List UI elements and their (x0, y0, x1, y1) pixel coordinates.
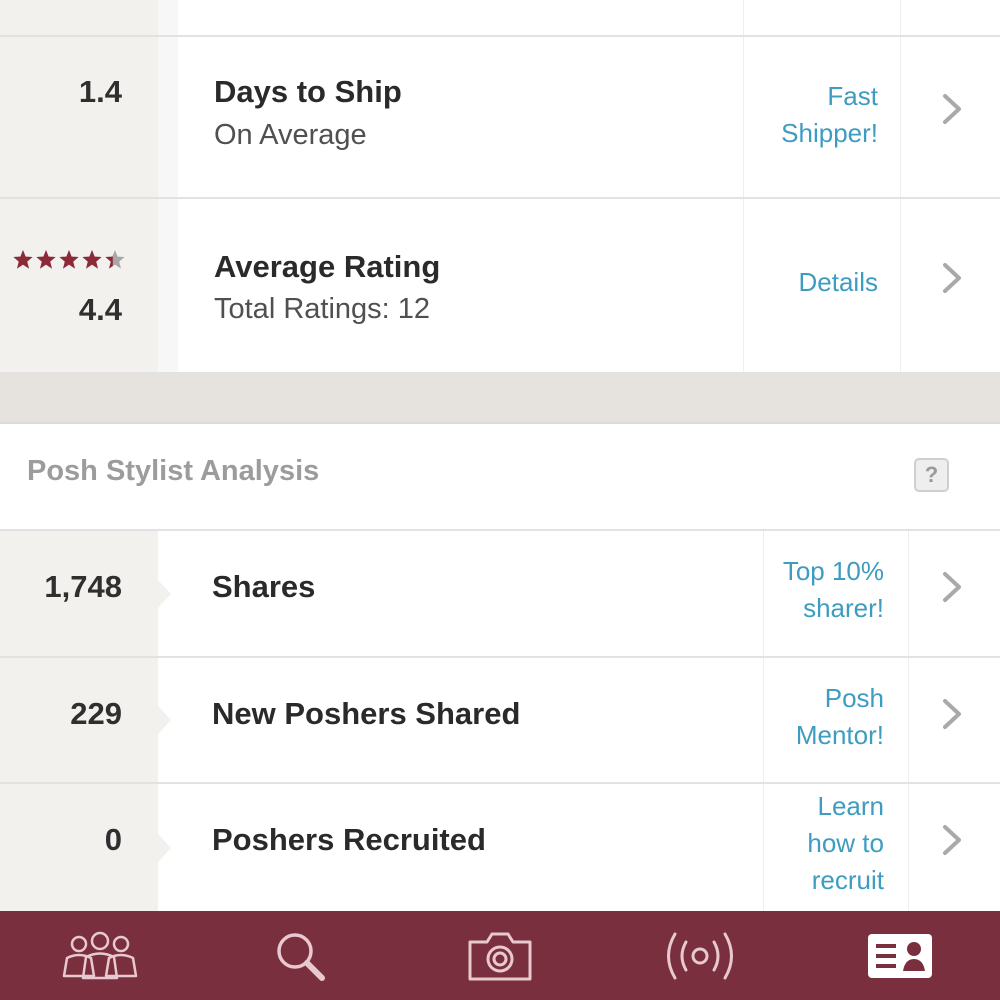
section-separator (0, 374, 1000, 424)
metric-column (0, 37, 171, 197)
star-icon (105, 250, 125, 269)
action-divider (763, 531, 764, 656)
average-rating-title: Average Rating (214, 249, 441, 284)
chevron-right-icon[interactable] (940, 93, 966, 125)
top-sharer-line2: sharer! (803, 593, 884, 623)
section-title: Posh Stylist Analysis (27, 455, 320, 487)
chevron-right-icon[interactable] (940, 571, 966, 603)
fast-shipper-link[interactable]: Fast Shipper! (781, 78, 878, 152)
poshers-recruited-value: 0 (104, 822, 122, 857)
posh-mentor-line2: Mentor! (795, 720, 884, 750)
shares-row[interactable]: 1,748 Shares Top 10% sharer! (0, 531, 1000, 658)
new-poshers-shared-value: 229 (70, 696, 122, 731)
star-icon (36, 250, 56, 269)
average-rating-row[interactable]: 4.4 Average Rating Total Ratings: 12 Det… (0, 199, 1000, 374)
tab-sell-camera[interactable] (400, 911, 600, 1000)
chevron-divider (908, 658, 909, 782)
metric-column (0, 0, 171, 35)
fast-shipper-line2: Shipper! (781, 118, 878, 148)
row-gutter (158, 0, 178, 35)
total-ratings-text: Total Ratings: 12 (214, 293, 431, 325)
action-divider (743, 37, 744, 197)
star-icon (13, 250, 33, 269)
profile-card-icon (868, 933, 932, 978)
community-icon (62, 931, 138, 979)
broadcast-icon (667, 932, 733, 979)
posh-stylist-section-header: Posh Stylist Analysis (0, 424, 1000, 531)
days-to-ship-subtitle: On Average (214, 119, 367, 151)
action-divider (763, 658, 764, 782)
days-to-ship-title: Days to Ship (214, 74, 402, 109)
days-to-ship-row[interactable]: 1.4 Days to Ship On Average Fast Shipper… (0, 37, 1000, 199)
top-partial-row (0, 0, 1000, 37)
metric-column (0, 199, 171, 372)
rating-details-link[interactable]: Details (799, 264, 878, 301)
top-sharer-link[interactable]: Top 10% sharer! (783, 553, 884, 627)
learn-how-to-recruit-link[interactable]: Learn how to recruit (807, 788, 884, 899)
average-rating-value: 4.4 (78, 292, 122, 327)
poshers-recruited-title: Poshers Recruited (212, 822, 486, 857)
chevron-divider (908, 784, 909, 911)
days-to-ship-value: 1.4 (78, 74, 122, 109)
posh-mentor-line1: Posh (824, 683, 884, 713)
new-poshers-shared-row[interactable]: 229 New Poshers Shared Posh Mentor! (0, 658, 1000, 784)
tab-community[interactable] (0, 911, 200, 1000)
help-icon[interactable]: ? (914, 458, 949, 492)
chevron-right-icon[interactable] (940, 262, 966, 294)
fast-shipper-line1: Fast (827, 81, 878, 111)
chevron-right-icon[interactable] (940, 698, 966, 730)
chevron-divider (900, 0, 901, 35)
posh-mentor-link[interactable]: Posh Mentor! (796, 680, 884, 754)
chevron-right-icon[interactable] (940, 824, 966, 856)
action-divider (743, 0, 744, 35)
poshers-recruited-row[interactable]: 0 Poshers Recruited Learn how to recruit (0, 784, 1000, 911)
shares-title: Shares (212, 569, 316, 604)
star-rating (12, 249, 126, 279)
tab-search[interactable] (200, 911, 400, 1000)
star-icon (59, 250, 79, 269)
shares-value: 1,748 (44, 569, 122, 604)
row-gutter (158, 199, 178, 372)
learn-recruit-line1: Learn (817, 791, 885, 821)
star-icon (82, 250, 102, 269)
top-sharer-line1: Top 10% (782, 556, 884, 586)
search-icon (277, 932, 325, 981)
new-poshers-shared-title: New Poshers Shared (212, 696, 521, 731)
chevron-divider (908, 531, 909, 656)
tab-news-broadcast[interactable] (600, 911, 800, 1000)
camera-icon (468, 932, 532, 980)
chevron-divider (900, 199, 901, 372)
row-gutter (158, 37, 178, 197)
chevron-divider (900, 37, 901, 197)
action-divider (763, 784, 764, 911)
learn-recruit-line2: how to (807, 828, 884, 858)
bottom-tab-bar (0, 911, 1000, 1000)
tab-my-profile[interactable] (800, 911, 1000, 1000)
learn-recruit-line3: recruit (811, 865, 884, 895)
action-divider (743, 199, 744, 372)
